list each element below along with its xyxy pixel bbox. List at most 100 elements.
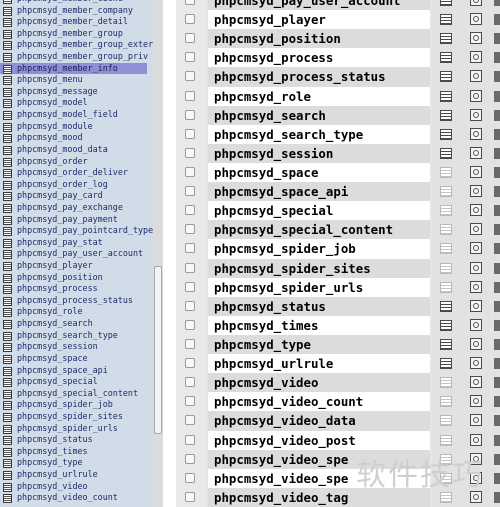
- row-checkbox[interactable]: [185, 262, 195, 273]
- sidebar-table-label[interactable]: phpcmsyd_pay_payment: [17, 214, 118, 224]
- table-name-link[interactable]: phpcmsyd_type: [208, 334, 430, 355]
- structure-icon[interactable]: [470, 89, 482, 102]
- structure-icon[interactable]: [470, 223, 482, 236]
- structure-icon[interactable]: [470, 13, 482, 26]
- browse-icon[interactable]: [440, 33, 452, 45]
- table-icon[interactable]: [3, 99, 12, 109]
- browse-icon[interactable]: [440, 109, 452, 121]
- sidebar-table-item[interactable]: phpcmsyd_member_detail: [0, 16, 153, 28]
- sidebar-table-label[interactable]: phpcmsyd_urlrule: [17, 469, 98, 479]
- sidebar-table-label[interactable]: phpcmsyd_status: [17, 434, 93, 444]
- table-icon[interactable]: [3, 308, 12, 318]
- sidebar-table-label[interactable]: phpcmsyd_member_detail: [17, 16, 128, 26]
- search-icon[interactable]: [494, 491, 500, 503]
- search-icon[interactable]: [494, 90, 500, 102]
- sidebar-table-item[interactable]: phpcmsyd_search_type: [0, 330, 153, 342]
- table-icon[interactable]: [3, 0, 12, 4]
- sidebar-table-item[interactable]: phpcmsyd_pay_payment: [0, 214, 153, 226]
- table-name-link[interactable]: phpcmsyd_video_spe: [208, 449, 430, 469]
- row-checkbox[interactable]: [185, 224, 195, 235]
- structure-icon[interactable]: [470, 452, 482, 465]
- sidebar-table-item[interactable]: phpcmsyd_video: [0, 481, 153, 493]
- sidebar-table-item[interactable]: phpcmsyd_times: [0, 446, 153, 458]
- structure-icon[interactable]: [470, 70, 482, 83]
- table-icon[interactable]: [3, 64, 12, 74]
- structure-icon[interactable]: [470, 261, 482, 274]
- sidebar-table-item[interactable]: phpcmsyd_pay_card: [0, 190, 153, 202]
- structure-icon[interactable]: [470, 376, 482, 389]
- structure-icon[interactable]: [470, 280, 482, 293]
- table-name-link[interactable]: phpcmsyd_player: [208, 10, 430, 30]
- sidebar-table-item[interactable]: phpcmsyd_search: [0, 318, 153, 330]
- sidebar-table-label[interactable]: phpcmsyd_model_field: [17, 109, 118, 119]
- sidebar-table-label[interactable]: phpcmsyd_times: [17, 446, 88, 456]
- sidebar-table-label[interactable]: phpcmsyd_type: [17, 457, 83, 467]
- structure-icon[interactable]: [470, 108, 482, 121]
- table-icon[interactable]: [3, 18, 12, 28]
- search-icon[interactable]: [494, 0, 500, 6]
- table-icon[interactable]: [3, 238, 12, 248]
- row-checkbox[interactable]: [185, 358, 195, 369]
- sidebar-table-label[interactable]: phpcmsyd_order_log: [17, 179, 108, 189]
- browse-icon[interactable]: [440, 0, 452, 6]
- table-icon[interactable]: [3, 157, 12, 167]
- table-icon[interactable]: [3, 29, 12, 39]
- sidebar-table-item[interactable]: phpcmsyd_order_log: [0, 179, 153, 191]
- sidebar-table-label[interactable]: phpcmsyd_member_group_exter: [17, 39, 153, 49]
- sidebar-table-item[interactable]: phpcmsyd_space: [0, 353, 153, 365]
- structure-icon[interactable]: [470, 318, 482, 331]
- search-icon[interactable]: [494, 205, 500, 217]
- table-name-link[interactable]: phpcmsyd_search_type: [208, 124, 430, 144]
- sidebar-table-item[interactable]: phpcmsyd_order: [0, 156, 153, 168]
- sidebar-table-item[interactable]: phpcmsyd_member_info: [0, 62, 147, 75]
- sidebar-table-label[interactable]: phpcmsyd_model: [17, 97, 88, 107]
- sidebar-table-label[interactable]: phpcmsyd_mood_data: [17, 144, 108, 154]
- structure-icon[interactable]: [470, 357, 482, 370]
- sidebar-table-item[interactable]: phpcmsyd_pay_stat: [0, 237, 153, 249]
- search-icon[interactable]: [494, 224, 500, 236]
- search-icon[interactable]: [494, 243, 500, 255]
- table-icon[interactable]: [3, 331, 12, 341]
- sidebar-table-item[interactable]: phpcmsyd_player: [0, 260, 153, 272]
- sidebar-table-item[interactable]: phpcmsyd_special: [0, 376, 153, 388]
- sidebar-table-item[interactable]: phpcmsyd_member_company: [0, 5, 153, 17]
- sidebar-table-label[interactable]: phpcmsyd_pay_stat: [17, 237, 103, 247]
- search-icon[interactable]: [494, 186, 500, 198]
- structure-icon[interactable]: [470, 127, 482, 140]
- sidebar-table-item[interactable]: phpcmsyd_role: [0, 306, 153, 318]
- table-icon[interactable]: [3, 436, 12, 446]
- sidebar-table-item[interactable]: phpcmsyd_model: [0, 97, 153, 109]
- table-name-link[interactable]: phpcmsyd_spider_job: [208, 239, 430, 259]
- sidebar-table-label[interactable]: phpcmsyd_process: [17, 283, 98, 293]
- sidebar-table-item[interactable]: phpcmsyd_urlrule: [0, 469, 153, 481]
- sidebar-table-item[interactable]: phpcmsyd_special_content: [0, 388, 153, 400]
- sidebar-table-item[interactable]: phpcmsyd_model_field: [0, 109, 153, 121]
- search-icon[interactable]: [494, 396, 500, 408]
- table-name-link[interactable]: phpcmsyd_process_status: [208, 67, 430, 87]
- row-checkbox[interactable]: [185, 453, 195, 464]
- table-name-link[interactable]: phpcmsyd_pay_user_account: [208, 0, 430, 11]
- sidebar-table-label[interactable]: phpcmsyd_space_api: [17, 365, 108, 375]
- table-icon[interactable]: [3, 273, 12, 283]
- structure-icon[interactable]: [470, 51, 482, 64]
- sidebar-table-item[interactable]: phpcmsyd_pay_pointcard_type: [0, 225, 153, 237]
- table-icon[interactable]: [3, 53, 12, 63]
- sidebar-scrollbar[interactable]: [153, 0, 163, 507]
- table-name-link[interactable]: phpcmsyd_special: [208, 201, 430, 221]
- table-icon[interactable]: [3, 447, 12, 457]
- search-icon[interactable]: [494, 262, 500, 274]
- sidebar-table-label[interactable]: phpcmsyd_member_group_priv: [17, 51, 148, 61]
- row-checkbox[interactable]: [185, 243, 195, 254]
- browse-icon[interactable]: [440, 71, 452, 83]
- row-checkbox[interactable]: [185, 0, 195, 5]
- sidebar-table-label[interactable]: phpcmsyd_member_group: [17, 28, 123, 38]
- structure-icon[interactable]: [470, 490, 482, 503]
- table-name-link[interactable]: phpcmsyd_space: [208, 162, 430, 183]
- sidebar-table-item[interactable]: phpcmsyd_pay_user_account: [0, 248, 153, 260]
- row-checkbox[interactable]: [185, 109, 195, 120]
- table-name-link[interactable]: phpcmsyd_spider_sites: [208, 258, 430, 278]
- sidebar-table-item[interactable]: phpcmsyd_video_count: [0, 492, 153, 504]
- structure-icon[interactable]: [470, 242, 482, 255]
- structure-icon[interactable]: [470, 0, 482, 6]
- table-name-link[interactable]: phpcmsyd_urlrule: [208, 354, 430, 374]
